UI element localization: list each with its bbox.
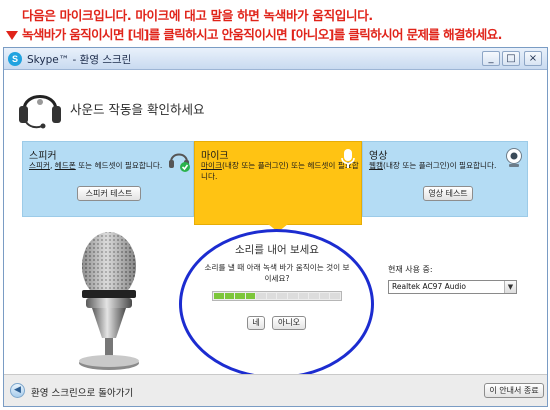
microphone-illustration-icon	[79, 232, 139, 370]
headset-icon	[19, 95, 61, 129]
no-button[interactable]: 아니오	[272, 316, 306, 330]
minimize-button[interactable]: _	[482, 51, 500, 66]
instruction-line-1: 다음은 마이크입니다. 마이크에 대고 말을 하면 녹색바가 움직입니다.	[22, 8, 373, 23]
microphone-icon	[341, 149, 355, 168]
prompt-desc: 소리를 낼 때 아래 녹색 바가 움직이는 것이 보이세요?	[204, 263, 350, 283]
back-arrow-icon[interactable]: ◀	[10, 383, 25, 398]
meter-segment	[288, 293, 298, 299]
video-desc-rest: (내장 또는 플러그인)이 필요합니다.	[382, 161, 497, 170]
mic-level-meter	[212, 291, 342, 301]
device-selected: Realtek AC97 Audio	[392, 282, 466, 291]
maximize-button[interactable]: □	[502, 51, 520, 66]
mic-link[interactable]: 마이크	[201, 161, 222, 170]
meter-segment	[266, 293, 277, 299]
yes-button[interactable]: 네	[247, 316, 265, 330]
video-test-button[interactable]: 영상 테스트	[423, 186, 473, 201]
meter-segment	[330, 293, 340, 299]
chevron-down-icon[interactable]: ▼	[504, 281, 516, 293]
mic-desc-rest: (내장 또는 플러그인) 또는 헤드셋이 필요합니다.	[201, 161, 359, 181]
meter-segment	[235, 293, 245, 299]
headphone-link[interactable]: 헤드폰	[55, 161, 76, 170]
instruction-line-2-text: 녹색바가 움직이시면 [네]를 클릭하시고 안움직이시면 [아니오]를 클릭하시…	[22, 27, 502, 42]
meter-segment	[298, 293, 309, 299]
skype-window: S Skype™ - 환영 스크린 _ □ × 사운드 작동을 확인하세요 스피…	[3, 47, 548, 407]
meter-segment	[256, 293, 266, 299]
skype-logo-icon: S	[8, 52, 22, 66]
page-title: 사운드 작동을 확인하세요	[70, 102, 205, 117]
page-header: 사운드 작동을 확인하세요	[4, 71, 547, 139]
arrow-down-icon	[6, 31, 18, 40]
meter-segment	[277, 293, 288, 299]
meter-segment	[319, 293, 330, 299]
webcam-link[interactable]: 웹캠	[369, 161, 383, 170]
speaker-test-button[interactable]: 스피커 테스트	[77, 186, 141, 201]
meter-segment	[214, 293, 224, 299]
device-label: 현재 사용 중:	[388, 265, 433, 274]
instruction-line-2: 녹색바가 움직이시면 [네]를 클릭하시고 안움직이시면 [아니오]를 클릭하시…	[6, 24, 502, 43]
prompt-title: 소리를 내어 보세요	[235, 244, 319, 256]
window-title: Skype™ - 환영 스크린	[27, 54, 132, 66]
exit-guide-button[interactable]: 이 안내서 종료	[484, 383, 544, 398]
close-button[interactable]: ×	[524, 51, 542, 66]
mic-card: 마이크 마이크(내장 또는 플러그인) 또는 헤드셋이 필요합니다.	[194, 141, 362, 225]
video-card: 영상 웹캠(내장 또는 플러그인)이 필요합니다. 영상 테스트	[362, 141, 528, 217]
title-bar[interactable]: S Skype™ - 환영 스크린 _ □ ×	[4, 48, 547, 70]
headphone-check-icon	[169, 153, 190, 172]
speaker-link[interactable]: 스피커	[29, 161, 50, 170]
device-select[interactable]: Realtek AC97 Audio ▼	[388, 280, 517, 294]
speaker-card: 스피커 스피커, 헤드폰 또는 헤드셋이 필요합니다. 스피커 테스트	[22, 141, 194, 217]
meter-segment	[224, 293, 235, 299]
back-link[interactable]: 환영 스크린으로 돌아가기	[31, 385, 133, 399]
speaker-desc-rest: 또는 헤드셋이 필요합니다.	[75, 161, 163, 170]
mic-card-desc: 마이크(내장 또는 플러그인) 또는 헤드셋이 필요합니다.	[201, 160, 361, 182]
webcam-icon	[506, 148, 522, 167]
instruction-banner: 다음은 마이크입니다. 마이크에 대고 말을 하면 녹색바가 움직입니다. 녹색…	[0, 0, 550, 46]
meter-segment	[309, 293, 319, 299]
speaker-card-desc: 스피커, 헤드폰 또는 헤드셋이 필요합니다.	[29, 160, 162, 171]
video-card-desc: 웹캠(내장 또는 플러그인)이 필요합니다.	[369, 160, 496, 171]
footer-bar: ◀ 환영 스크린으로 돌아가기 이 안내서 종료	[4, 374, 547, 406]
meter-segment	[245, 293, 256, 299]
